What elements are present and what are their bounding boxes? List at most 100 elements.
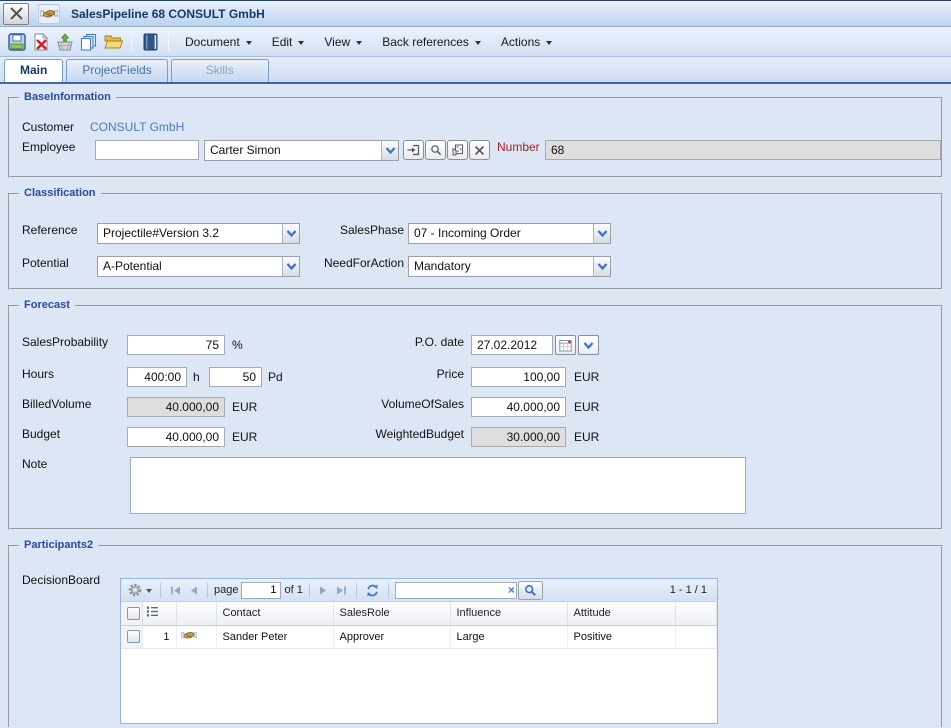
volumeofsales-input[interactable] (471, 397, 566, 417)
row-number-cell[interactable]: 1 (142, 625, 176, 648)
save-icon (8, 33, 26, 51)
grid-settings-button[interactable] (125, 581, 154, 600)
table-row[interactable]: 1 Sander Peter Approver Large (121, 625, 717, 648)
column-header-influence[interactable]: Influence (450, 602, 567, 625)
menu-back-references[interactable]: Back references (372, 30, 491, 54)
prev-page-button[interactable] (187, 581, 201, 600)
toolbar: Document Edit View Back references Actio… (0, 27, 951, 57)
chevron-down-icon (593, 257, 610, 276)
section-participants2: Participants2 DecisionBoard (8, 545, 943, 727)
menu-actions-label: Actions (501, 35, 540, 49)
save-button[interactable] (5, 30, 29, 54)
note-textarea[interactable] (130, 457, 746, 514)
customer-link[interactable]: CONSULT GmbH (90, 117, 184, 137)
menu-view[interactable]: View (314, 30, 372, 54)
date-dropdown-button[interactable] (578, 335, 599, 355)
calendar-icon (559, 339, 572, 352)
weightedbudget-label: WeightedBudget (310, 424, 464, 444)
clear-employee-button[interactable] (469, 140, 490, 160)
handshake-icon (38, 4, 60, 24)
title-bar: SalesPipeline 68 CONSULT GmbH (0, 0, 951, 27)
notebook-icon (142, 33, 159, 51)
section-title: BaseInformation (19, 91, 116, 103)
tab-strip: Main ProjectFields Skills (0, 57, 951, 84)
tab-skills[interactable]: Skills (171, 59, 269, 82)
caret-down-icon (146, 589, 152, 593)
search-employee-button[interactable] (425, 140, 446, 160)
tab-projectfields[interactable]: ProjectFields (66, 59, 167, 82)
column-header-attitude[interactable]: Attitude (567, 602, 675, 625)
salesphase-value: 07 - Incoming Order (409, 224, 592, 243)
hours-input[interactable] (127, 367, 187, 387)
weightedbudget-unit: EUR (574, 427, 599, 447)
select-all-header[interactable] (121, 602, 142, 625)
needforaction-select[interactable]: Mandatory (408, 256, 611, 277)
contact-cell[interactable]: Sander Peter (216, 625, 333, 648)
copy-button[interactable] (77, 30, 101, 54)
grid-toolbar-separator (356, 583, 357, 598)
hours-unit: h (193, 367, 200, 387)
budget-input[interactable] (127, 427, 225, 447)
menu-document[interactable]: Document (175, 30, 262, 54)
menu-actions[interactable]: Actions (491, 30, 562, 54)
row-select-cell[interactable] (121, 625, 142, 648)
close-button[interactable] (3, 3, 29, 25)
row-number-header[interactable] (142, 602, 176, 625)
employee-select[interactable]: Carter Simon (204, 140, 399, 161)
po-date-input[interactable] (471, 335, 553, 355)
delete-button[interactable] (29, 30, 53, 54)
select-all-checkbox[interactable] (127, 607, 140, 620)
search-clear-icon[interactable]: × (508, 582, 515, 599)
next-page-button[interactable] (316, 581, 330, 600)
grid-search-input[interactable] (395, 582, 517, 599)
grid-toolbar: page of 1 (121, 579, 717, 602)
menu-view-label: View (324, 35, 350, 49)
row-type-cell[interactable] (176, 625, 216, 648)
table-header-row: Contact SalesRole Influence Attitude (121, 602, 717, 625)
days-input[interactable] (209, 367, 262, 387)
attitude-cell[interactable]: Positive (567, 625, 675, 648)
notebook-button[interactable] (138, 30, 162, 54)
refresh-button[interactable] (363, 581, 382, 600)
last-page-button[interactable] (333, 581, 350, 600)
decisionboard-grid: page of 1 (120, 578, 718, 724)
volumeofsales-unit: EUR (574, 397, 599, 417)
search-icon (524, 584, 537, 597)
grid-search-button[interactable] (518, 581, 543, 600)
reference-label: Reference (22, 220, 77, 240)
menu-back-references-label: Back references (382, 35, 469, 49)
chevron-down-icon (381, 141, 398, 160)
calendar-button[interactable] (555, 335, 576, 355)
column-header-contact[interactable]: Contact (216, 602, 333, 625)
page-input[interactable] (241, 582, 281, 599)
volumeofsales-label: VolumeOfSales (310, 394, 464, 414)
influence-cell[interactable]: Large (450, 625, 567, 648)
employee-input[interactable] (95, 140, 199, 160)
tab-main[interactable]: Main (4, 59, 63, 82)
import-button[interactable] (53, 30, 77, 54)
section-title: Forecast (19, 299, 75, 311)
salesprobability-unit: % (232, 335, 243, 355)
salesphase-select[interactable]: 07 - Incoming Order (408, 223, 611, 244)
salesrole-cell[interactable]: Approver (333, 625, 450, 648)
grid-record-counter: 1 - 1 / 1 (670, 584, 707, 596)
budget-unit: EUR (232, 427, 257, 447)
jump-to-record-button[interactable] (403, 140, 424, 160)
needforaction-label: NeedForAction (250, 253, 404, 273)
salesprobability-input[interactable] (127, 335, 225, 355)
open-folder-button[interactable] (101, 30, 125, 54)
first-page-button[interactable] (167, 581, 184, 600)
toolbar-separator (131, 33, 132, 51)
menu-edit[interactable]: Edit (262, 30, 315, 54)
first-page-icon (169, 585, 182, 596)
price-unit: EUR (574, 367, 599, 387)
caret-down-icon (475, 41, 481, 45)
number-label: Number (497, 137, 540, 157)
customer-label: Customer (22, 117, 74, 137)
column-header-salesrole[interactable]: SalesRole (333, 602, 450, 625)
po-date-label: P.O. date (310, 332, 464, 352)
paste-employee-button[interactable] (447, 140, 468, 160)
billedvolume-field (127, 397, 225, 417)
price-input[interactable] (471, 367, 566, 387)
row-checkbox[interactable] (127, 630, 140, 643)
